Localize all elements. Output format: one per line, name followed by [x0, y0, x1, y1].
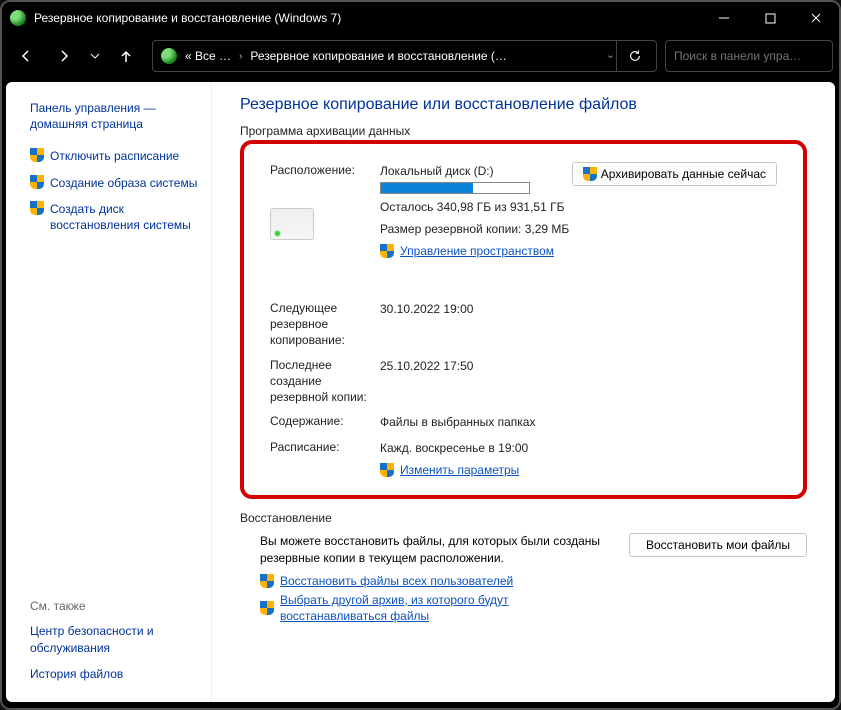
app-window: Резервное копирование и восстановление (…	[0, 0, 841, 710]
page-title: Резервное копирование или восстановление…	[240, 96, 807, 114]
sidebar-home-link[interactable]: Панель управления — домашняя страница	[30, 100, 201, 132]
shield-icon	[380, 463, 394, 477]
breadcrumb-item[interactable]: « Все …	[181, 49, 235, 63]
shield-icon	[583, 167, 597, 181]
refresh-button[interactable]	[616, 41, 652, 71]
search-box[interactable]	[665, 40, 833, 72]
sidebar: Панель управления — домашняя страница От…	[6, 82, 212, 702]
sidebar-link-label: Отключить расписание	[50, 148, 179, 164]
shield-icon	[30, 175, 44, 189]
see-also-header: См. также	[30, 599, 201, 613]
recent-dropdown[interactable]	[84, 38, 106, 74]
shield-icon	[30, 148, 44, 162]
forward-button[interactable]	[46, 38, 82, 74]
navbar: « Все … › Резервное копирование и восста…	[2, 34, 839, 78]
sidebar-footer-link-security[interactable]: Центр безопасности и обслуживания	[30, 623, 201, 655]
backup-now-button[interactable]: Архивировать данные сейчас	[572, 162, 777, 186]
up-button[interactable]	[108, 38, 144, 74]
shield-icon	[380, 244, 394, 258]
last-backup-value: 25.10.2022 17:50	[380, 357, 777, 375]
button-label: Архивировать данные сейчас	[601, 167, 766, 181]
location-label: Расположение:	[270, 162, 380, 178]
sidebar-footer: См. также Центр безопасности и обслужива…	[30, 599, 201, 692]
manage-space-link[interactable]: Управление пространством	[400, 242, 554, 260]
choose-other-archive-link[interactable]: Выбрать другой архив, из которого будут …	[280, 592, 570, 626]
breadcrumb[interactable]: « Все … › Резервное копирование и восста…	[152, 40, 657, 72]
breadcrumb-icon	[161, 48, 177, 64]
breadcrumb-item[interactable]: Резервное копирование и восстановление (…	[246, 49, 511, 63]
content-area: Панель управления — домашняя страница От…	[6, 82, 835, 702]
app-icon	[10, 10, 26, 26]
titlebar: Резервное копирование и восстановление (…	[2, 2, 839, 34]
schedule-label: Расписание:	[270, 439, 380, 455]
button-label: Восстановить мои файлы	[646, 538, 790, 552]
schedule-value: Кажд. воскресенье в 19:00	[380, 439, 777, 457]
location-value: Локальный диск (D:)	[380, 162, 572, 180]
section-header-archive: Программа архивации данных	[240, 124, 807, 138]
maximize-button[interactable]	[747, 2, 793, 34]
restore-description: Вы можете восстановить файлы, для которы…	[260, 533, 619, 567]
chevron-right-icon[interactable]: ›	[235, 51, 246, 62]
sidebar-link-create-recovery-disk[interactable]: Создать диск восстановления системы	[30, 201, 201, 233]
shield-icon	[260, 574, 274, 588]
sidebar-link-label: Создание образа системы	[50, 175, 197, 191]
back-button[interactable]	[8, 38, 44, 74]
sidebar-footer-link-file-history[interactable]: История файлов	[30, 666, 201, 682]
sidebar-link-label: Создать диск восстановления системы	[50, 201, 201, 233]
content-label: Содержание:	[270, 413, 380, 429]
highlighted-settings-box: Расположение: Локальный диск (D:) Остало…	[240, 140, 807, 499]
shield-icon	[260, 601, 274, 615]
next-backup-label: Следующее резервное копирование:	[270, 300, 380, 349]
restore-all-users-link[interactable]: Восстановить файлы всех пользователей	[280, 573, 513, 590]
section-header-restore: Восстановление	[240, 511, 807, 525]
content-value: Файлы в выбранных папках	[380, 413, 777, 431]
free-space-text: Осталось 340,98 ГБ из 931,51 ГБ	[380, 198, 572, 216]
last-backup-label: Последнее создание резервной копии:	[270, 357, 380, 406]
close-button[interactable]	[793, 2, 839, 34]
sidebar-link-create-image[interactable]: Создание образа системы	[30, 175, 201, 191]
drive-icon	[270, 208, 314, 240]
restore-my-files-button[interactable]: Восстановить мои файлы	[629, 533, 807, 557]
search-input[interactable]	[674, 49, 824, 63]
shield-icon	[30, 201, 44, 215]
window-title: Резервное копирование и восстановление (…	[34, 11, 701, 25]
disk-usage-bar	[380, 182, 530, 194]
chevron-down-icon[interactable]: ›	[605, 50, 616, 61]
main-panel: Резервное копирование или восстановление…	[212, 82, 835, 702]
sidebar-link-disable-schedule[interactable]: Отключить расписание	[30, 148, 201, 164]
backup-size-text: Размер резервной копии: 3,29 МБ	[380, 220, 572, 238]
restore-section: Вы можете восстановить файлы, для которы…	[240, 533, 807, 627]
next-backup-value: 30.10.2022 19:00	[380, 300, 777, 318]
minimize-button[interactable]	[701, 2, 747, 34]
change-settings-link[interactable]: Изменить параметры	[400, 461, 519, 479]
